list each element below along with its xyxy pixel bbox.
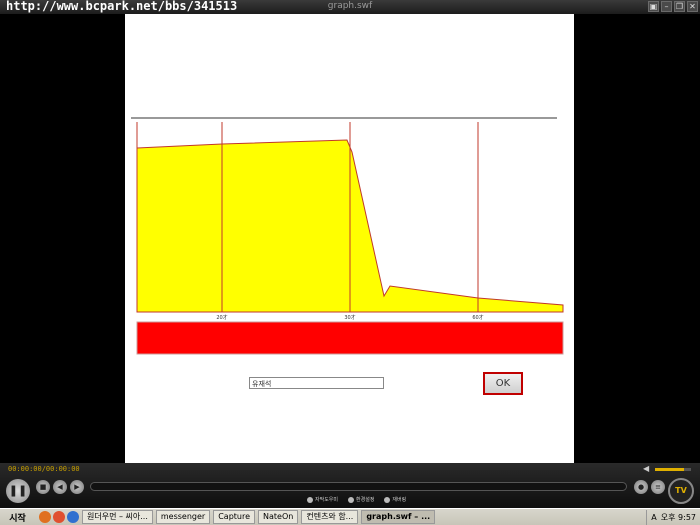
task-button[interactable]: 컨텐츠와 함... [301, 510, 359, 524]
name-input[interactable]: 유재석 [249, 377, 384, 389]
stop-button[interactable]: ■ [36, 480, 50, 494]
task-button[interactable]: 원더우먼 – 씨아... [82, 510, 153, 524]
task-button[interactable]: messenger [155, 510, 211, 524]
taskbar: 시작 원더우먼 – 씨아... messenger Capture NateOn… [0, 508, 700, 525]
x-label-60: 60才 [472, 314, 483, 321]
start-button[interactable]: 시작 [0, 510, 35, 525]
player-controls: 00:00:00/00:00:00 ◀ ❚❚ ■ ◀ ▶ ● ≡ TV 자막도우… [0, 463, 700, 508]
x-label-20: 20才 [216, 314, 227, 321]
firefox-icon[interactable] [53, 511, 65, 523]
messenger-icon[interactable] [67, 511, 79, 523]
gom-tv-logo[interactable]: TV [668, 478, 694, 504]
red-bar [136, 321, 564, 355]
x-label-30: 30才 [344, 314, 355, 321]
pause-button[interactable]: ❚❚ [6, 479, 30, 503]
open-file-button[interactable]: ● [634, 480, 648, 494]
quick-launch [39, 511, 79, 523]
volume-slider[interactable] [655, 468, 691, 471]
bullet-icon [348, 496, 355, 503]
volume-fill [655, 468, 684, 471]
next-button[interactable]: ▶ [70, 480, 84, 494]
previous-button[interactable]: ◀ [53, 480, 67, 494]
system-tray: A 오후 9:57 [646, 509, 700, 525]
clock: 오후 9:57 [660, 512, 696, 522]
graph-canvas: 20才 30才 60才 [131, 117, 564, 355]
task-button-active[interactable]: graph.swf – ... [361, 510, 436, 524]
bullet-icon [384, 496, 391, 503]
jabbering-link[interactable]: 재버링 [384, 496, 406, 503]
seek-bar[interactable] [90, 482, 627, 491]
task-button[interactable]: NateOn [258, 510, 299, 524]
player-links: 자막도우미 환경설정 재버링 [307, 496, 406, 503]
ok-button[interactable]: OK [483, 372, 523, 395]
browser-icon[interactable] [39, 511, 51, 523]
menu-button[interactable]: ≡ [651, 480, 665, 494]
preferences-link[interactable]: 환경설정 [348, 496, 374, 503]
language-indicator[interactable]: A [651, 513, 656, 522]
speaker-icon[interactable]: ◀ [643, 464, 649, 473]
bullet-icon [307, 496, 313, 503]
timecode: 00:00:00/00:00:00 [8, 465, 80, 473]
task-button[interactable]: Capture [213, 510, 256, 524]
subtitle-helper-link[interactable]: 자막도우미 [307, 496, 338, 503]
